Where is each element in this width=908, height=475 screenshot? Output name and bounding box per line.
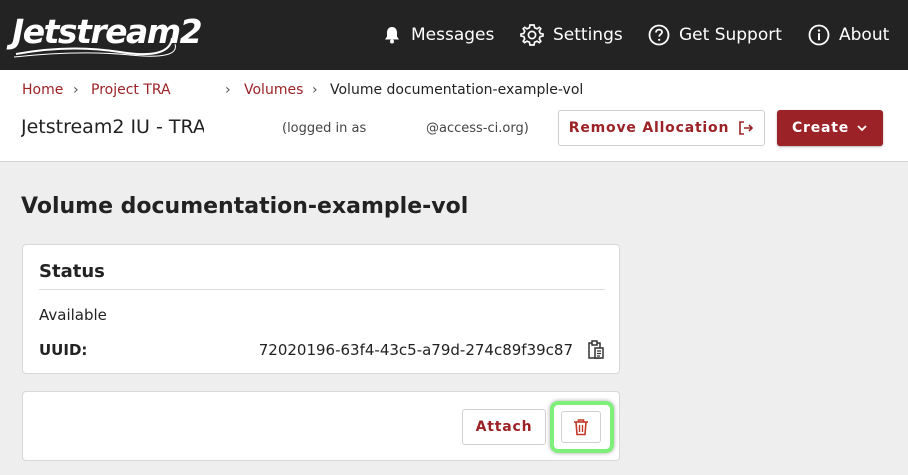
breadcrumb-home[interactable]: Home	[22, 82, 63, 98]
nav-settings-label: Settings	[553, 25, 623, 45]
logged-in-suffix: @access-ci.org)	[426, 121, 529, 136]
bell-icon	[385, 27, 399, 44]
project-header: Home › Project TRA › Volumes › Volume do…	[0, 70, 908, 162]
nav-messages[interactable]: Messages	[382, 22, 494, 48]
breadcrumb-separator: ›	[225, 82, 231, 98]
breadcrumb-project[interactable]: Project TRA	[91, 82, 171, 98]
create-button[interactable]: Create	[777, 110, 883, 146]
nav-support-label: Get Support	[679, 25, 782, 45]
nav-about[interactable]: About	[808, 22, 889, 48]
nav-settings[interactable]: Settings	[520, 22, 623, 48]
question-circle-icon	[648, 24, 670, 46]
status-value: Available	[39, 306, 107, 324]
nav-messages-label: Messages	[411, 25, 495, 45]
nav-about-label: About	[839, 25, 890, 45]
clipboard-icon[interactable]	[587, 340, 605, 364]
project-title: Jetstream2 IU - TRA	[21, 116, 204, 138]
sign-out-icon	[739, 121, 754, 135]
breadcrumb-current: Volume documentation-example-vol	[330, 82, 584, 98]
volume-actions-card: Attach	[22, 391, 620, 461]
create-label: Create	[791, 120, 850, 136]
trash-icon	[574, 419, 588, 436]
breadcrumb-volumes[interactable]: Volumes	[244, 82, 303, 98]
logged-in-prefix: (logged in as	[282, 121, 367, 136]
chevron-down-icon	[857, 125, 867, 132]
delete-highlight	[550, 401, 614, 453]
uuid-label: UUID:	[39, 341, 88, 359]
top-navbar: Jetstream2 Messages Settings Get Support	[0, 0, 908, 70]
remove-allocation-label: Remove Allocation	[568, 120, 730, 136]
delete-volume-button[interactable]	[561, 411, 601, 443]
logo-swoosh	[13, 37, 176, 58]
breadcrumb-separator: ›	[73, 82, 79, 98]
gear-icon	[520, 24, 544, 46]
breadcrumb-separator: ›	[312, 82, 318, 98]
attach-button[interactable]: Attach	[462, 409, 546, 445]
nav-get-support[interactable]: Get Support	[648, 22, 782, 48]
remove-allocation-button[interactable]: Remove Allocation	[558, 110, 765, 146]
status-card: Status Available UUID: 72020196-63f4-43c…	[22, 244, 620, 374]
uuid-value: 72020196-63f4-43c5-a79d-274c89f39c87	[258, 341, 573, 359]
status-heading: Status	[39, 261, 105, 282]
info-circle-icon	[808, 24, 830, 46]
volume-title: Volume documentation-example-vol	[21, 194, 469, 219]
status-divider	[39, 289, 605, 290]
